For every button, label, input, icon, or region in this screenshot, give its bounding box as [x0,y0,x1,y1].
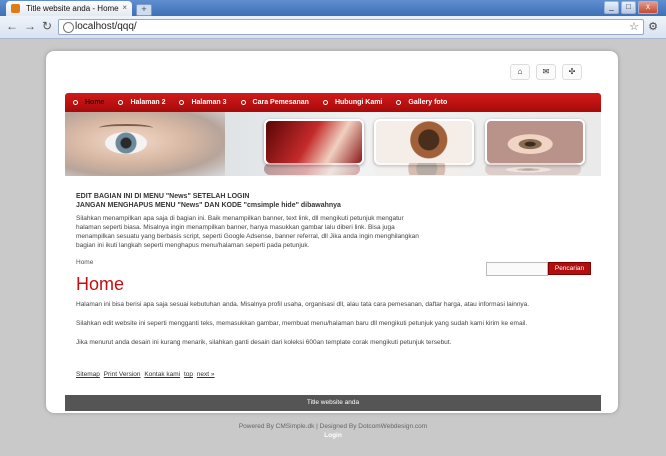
eye-closeup-image [485,119,585,165]
menu-item-hubungi-kami[interactable]: Hubungi Kami [322,99,382,106]
bullet-icon [179,100,185,105]
bullet-icon [73,100,78,105]
search-input[interactable] [486,262,548,276]
header-banner [65,112,601,176]
page-body: Halaman ini bisa berisi apa saja sesuai … [76,300,596,357]
next-link[interactable]: next » [197,371,215,378]
favicon-icon [11,4,20,13]
bullet-icon [322,100,328,105]
address-url[interactable]: localhost/qqq/ [75,21,137,32]
top-icons: ⌂ ✉ ✣ [510,64,582,80]
kontak-kami-link[interactable]: Kontak kami [144,371,180,378]
footer-links: Sitemap Print Version Kontak kami top ne… [76,371,217,378]
menu-item-halaman-2[interactable]: Halaman 2 [118,99,165,106]
main-menu: Home Halaman 2 Halaman 3 Cara Pemesanan … [65,93,601,112]
intro-heading: EDIT BAGIAN INI DI MENU "News" SETELAH L… [76,193,341,209]
browser-tab[interactable]: Title website anda - Home × [6,1,132,16]
menu-item-halaman-3[interactable]: Halaman 3 [179,99,227,106]
close-button[interactable]: x [638,1,658,14]
thumb-reflection [374,163,470,175]
login-link[interactable]: Login [0,432,666,439]
address-bar[interactable]: localhost/qqq/ ☆ [58,19,644,35]
window-controls: _ □ x [604,1,658,14]
search-button[interactable]: Pencarian [548,262,591,275]
eye-shape [105,132,147,154]
forward-icon[interactable]: → [24,19,36,33]
body-paragraph: Jika menurut anda desain ini kurang mena… [76,339,452,346]
intro-text: Silahkan menampilkan apa saja di bagian … [76,215,419,249]
page-title: Home [76,274,125,294]
thumb-reflection [264,163,360,175]
home-icon[interactable]: ⌂ [510,64,530,80]
body-paragraph: Halaman ini bisa berisi apa saja sesuai … [76,301,530,308]
minimize-button[interactable]: _ [604,1,619,14]
bookmark-star-icon[interactable]: ☆ [629,20,639,33]
print-version-link[interactable]: Print Version [104,371,141,378]
footer-bar: Title website anda [65,395,601,411]
tab-close-icon[interactable]: × [122,3,127,12]
mail-icon[interactable]: ✉ [536,64,556,80]
breadcrumb: Home [76,259,94,266]
eyebrow-shape [99,124,153,132]
bullet-icon [396,100,402,105]
reload-icon[interactable]: ↻ [42,19,52,33]
tab-title: Title website anda - Home [26,4,119,13]
menu-item-gallery-foto[interactable]: Gallery foto [396,99,447,106]
window-titlebar: Title website anda - Home × + _ □ x [0,0,666,16]
globe-icon [63,22,74,33]
maximize-button[interactable]: □ [621,1,636,14]
top-link[interactable]: top [184,371,193,378]
wrench-icon[interactable]: ⚙ [648,20,658,33]
body-paragraph: Silahkan edit website ini seperti mengga… [76,320,528,327]
bullet-icon [240,100,246,105]
makeup-brush-image [374,119,474,165]
sitemap-link[interactable]: Sitemap [76,371,100,378]
bullet-icon [118,100,124,105]
new-tab-button[interactable]: + [136,4,152,16]
back-icon[interactable]: ← [6,19,18,33]
thumb-reflection [485,163,581,175]
menu-item-cara-pemesanan[interactable]: Cara Pemesanan [240,99,309,106]
sitemap-icon[interactable]: ✣ [562,64,582,80]
page-container: ⌂ ✉ ✣ Home Halaman 2 Halaman 3 Cara Peme… [46,51,618,413]
lipstick-image [264,119,364,165]
menu-item-home[interactable]: Home [73,99,104,106]
credits-text: Powered By CMSimple.dk | Designed By Dot… [238,423,428,430]
banner-face-image [65,112,225,176]
